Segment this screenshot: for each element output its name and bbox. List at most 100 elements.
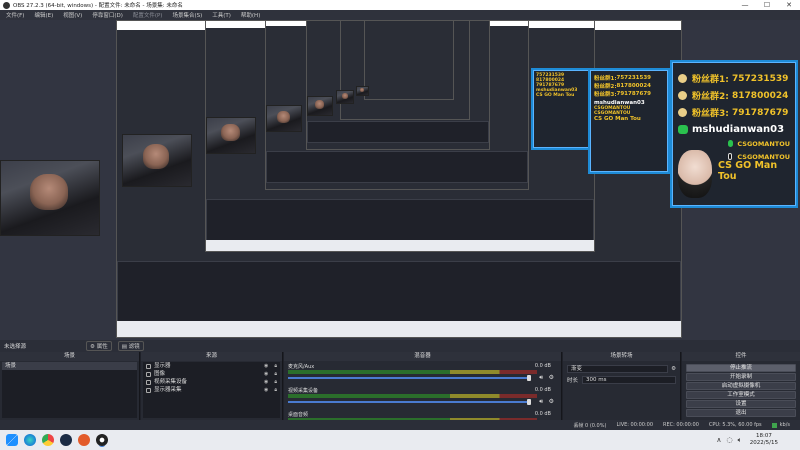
minimize-button[interactable]: — xyxy=(734,1,756,9)
chrome-icon[interactable] xyxy=(42,434,54,446)
fan-group-label: 粉丝群3: xyxy=(594,92,617,98)
lock-icon[interactable]: 🔒︎ xyxy=(274,362,277,370)
scenes-dock-title: 场景 xyxy=(0,352,139,361)
fan-group-value: 791787679 xyxy=(732,107,789,118)
controls-dock-title: 控件 xyxy=(682,352,800,361)
settings-button[interactable]: 设置 xyxy=(686,400,796,408)
visibility-icon[interactable]: ◉ xyxy=(264,386,268,394)
scene-item[interactable]: 场景 xyxy=(2,362,137,370)
streamer-name: CS GO Man Tou xyxy=(594,116,641,122)
controls-dock: 控件 停止推流 开始录制 启动虚拟摄像机 工作室模式 设置 退出 xyxy=(682,352,800,430)
source-item-label: 图像 xyxy=(154,371,166,377)
edge-icon[interactable] xyxy=(24,434,36,446)
volume-slider-handle[interactable] xyxy=(527,375,531,381)
stop-streaming-button[interactable]: 停止推流 xyxy=(686,364,796,372)
transition-settings-icon[interactable]: ⚙ xyxy=(671,366,676,372)
menu-profile[interactable]: 配置文件(P) xyxy=(133,11,163,19)
taskbar-clock[interactable]: 18:07 2022/5/15 xyxy=(750,433,778,447)
duration-label: 时长 xyxy=(567,377,579,384)
app-icon[interactable] xyxy=(78,434,90,446)
gear-icon[interactable]: ⚙ xyxy=(549,398,554,405)
visibility-icon[interactable]: ◉ xyxy=(264,362,268,370)
start-virtual-camera-button[interactable]: 启动虚拟摄像机 xyxy=(686,382,796,390)
transition-duration-row: 时长 300 ms xyxy=(567,375,676,384)
network-icon[interactable]: ◌ xyxy=(726,436,732,444)
speaker-icon[interactable]: 🔈︎ xyxy=(738,436,742,445)
wechat-icon xyxy=(678,124,688,134)
transition-type-select[interactable]: 渐变 xyxy=(567,364,669,373)
fan-group-label: 粉丝群3: xyxy=(692,109,729,119)
wechat-icon xyxy=(728,140,734,147)
steam-icon[interactable] xyxy=(60,434,72,446)
speaker-icon[interactable]: 🔊︎ xyxy=(539,374,543,382)
properties-button[interactable]: ⚙ 属性 xyxy=(86,341,112,351)
mixer-dock-title: 混音器 xyxy=(284,352,561,361)
webcam-source xyxy=(122,134,192,187)
fan-card-nested: 757231539 817800024 791787679 mshudianwa… xyxy=(531,68,591,150)
clock-date: 2022/5/15 xyxy=(749,440,778,446)
menu-view[interactable]: 视图(V) xyxy=(63,11,82,19)
source-item[interactable]: 图像 ◉ 🔒︎ xyxy=(143,370,280,378)
fan-group-label: 粉丝群1: xyxy=(594,76,617,82)
exit-button[interactable]: 退出 xyxy=(686,409,796,417)
stream-health-icon xyxy=(771,422,777,428)
avatar xyxy=(678,150,712,198)
user-icon xyxy=(678,74,687,83)
volume-slider-handle[interactable] xyxy=(527,399,531,405)
visibility-icon[interactable]: ◉ xyxy=(264,370,268,378)
channel-db: 0.0 dB xyxy=(534,411,551,417)
start-recording-button[interactable]: 开始录制 xyxy=(686,373,796,381)
sources-dock: 来源 显示器◉🔒︎ 图像◉🔒︎ 视频采集设备◉🔒︎ 显示器采集◉🔒︎ + − ⚙… xyxy=(141,352,283,430)
close-button[interactable]: ✕ xyxy=(778,1,800,9)
no-source-label: 未选择源 xyxy=(4,344,27,350)
streamer-name: CS GO Man Tou xyxy=(718,160,778,182)
system-tray: ∧ ◌ 🔈︎ xyxy=(711,436,741,445)
monitor-icon xyxy=(146,387,151,393)
menu-file[interactable]: 文件(F) xyxy=(6,11,24,19)
live-timer: LIVE: 00:00:00 xyxy=(616,422,654,428)
menu-scene-collection[interactable]: 场景集合(S) xyxy=(172,11,202,19)
clock-time: 18:07 xyxy=(755,433,772,439)
fan-group-label: 粉丝群1: xyxy=(692,75,729,85)
maximize-button[interactable]: ☐ xyxy=(756,1,778,9)
transitions-dock-title: 场景转场 xyxy=(563,352,680,361)
obs-icon[interactable] xyxy=(96,434,108,446)
nested-taskbar xyxy=(206,239,594,251)
visibility-icon[interactable]: ◉ xyxy=(264,378,268,386)
image-icon xyxy=(146,371,151,377)
studio-mode-button[interactable]: 工作室模式 xyxy=(686,391,796,399)
scene-transitions-dock: 场景转场 渐变 ⚙ 时长 300 ms xyxy=(563,352,681,430)
menu-edit[interactable]: 编辑(E) xyxy=(34,11,53,19)
menu-help[interactable]: 帮助(H) xyxy=(241,11,260,19)
cpu-usage: CPU: 5.3%, 60.00 fps xyxy=(708,422,762,428)
properties-label: 属性 xyxy=(96,344,108,350)
webcam-source xyxy=(307,96,333,116)
gear-icon[interactable]: ⚙ xyxy=(549,374,554,381)
preview-canvas[interactable]: 757231539 817800024 791787679 mshudianwa… xyxy=(0,20,800,340)
source-item[interactable]: 显示器采集 ◉ 🔒︎ xyxy=(143,386,280,394)
lock-icon[interactable]: 🔒︎ xyxy=(274,386,277,394)
filters-button[interactable]: ▤ 滤镜 xyxy=(117,341,144,351)
windows-start-icon[interactable] xyxy=(6,434,18,446)
lock-icon[interactable]: 🔒︎ xyxy=(274,370,277,378)
channel-name: 麦克风/Aux xyxy=(288,364,315,370)
rec-timer: REC: 00:00:00 xyxy=(663,422,699,428)
chevron-up-icon[interactable]: ∧ xyxy=(716,436,721,444)
webcam-source xyxy=(0,160,100,236)
sources-list: 显示器 ◉ 🔒︎ 图像 ◉ 🔒︎ 视频采集设备 ◉ 🔒︎ 显示器采集 ◉ 🔒︎ xyxy=(143,362,280,418)
volume-slider[interactable] xyxy=(288,377,527,379)
menu-docks[interactable]: 停靠窗口(D) xyxy=(92,11,123,19)
source-item[interactable]: 显示器 ◉ 🔒︎ xyxy=(143,362,280,370)
wechat-id-2: CSGOMANTOU xyxy=(737,139,790,148)
menu-tools[interactable]: 工具(T) xyxy=(212,11,231,19)
webcam-source xyxy=(266,105,302,132)
nested-dock xyxy=(117,261,681,325)
source-item-label: 视频采集设备 xyxy=(154,379,188,385)
lock-icon[interactable]: 🔒︎ xyxy=(274,378,277,386)
volume-slider[interactable] xyxy=(288,401,527,403)
scenes-list: 场景 xyxy=(2,362,137,418)
source-item[interactable]: 视频采集设备 ◉ 🔒︎ xyxy=(143,378,280,386)
douyin-icon xyxy=(728,153,733,160)
speaker-icon[interactable]: 🔊︎ xyxy=(539,398,543,406)
duration-input[interactable]: 300 ms xyxy=(582,375,676,384)
